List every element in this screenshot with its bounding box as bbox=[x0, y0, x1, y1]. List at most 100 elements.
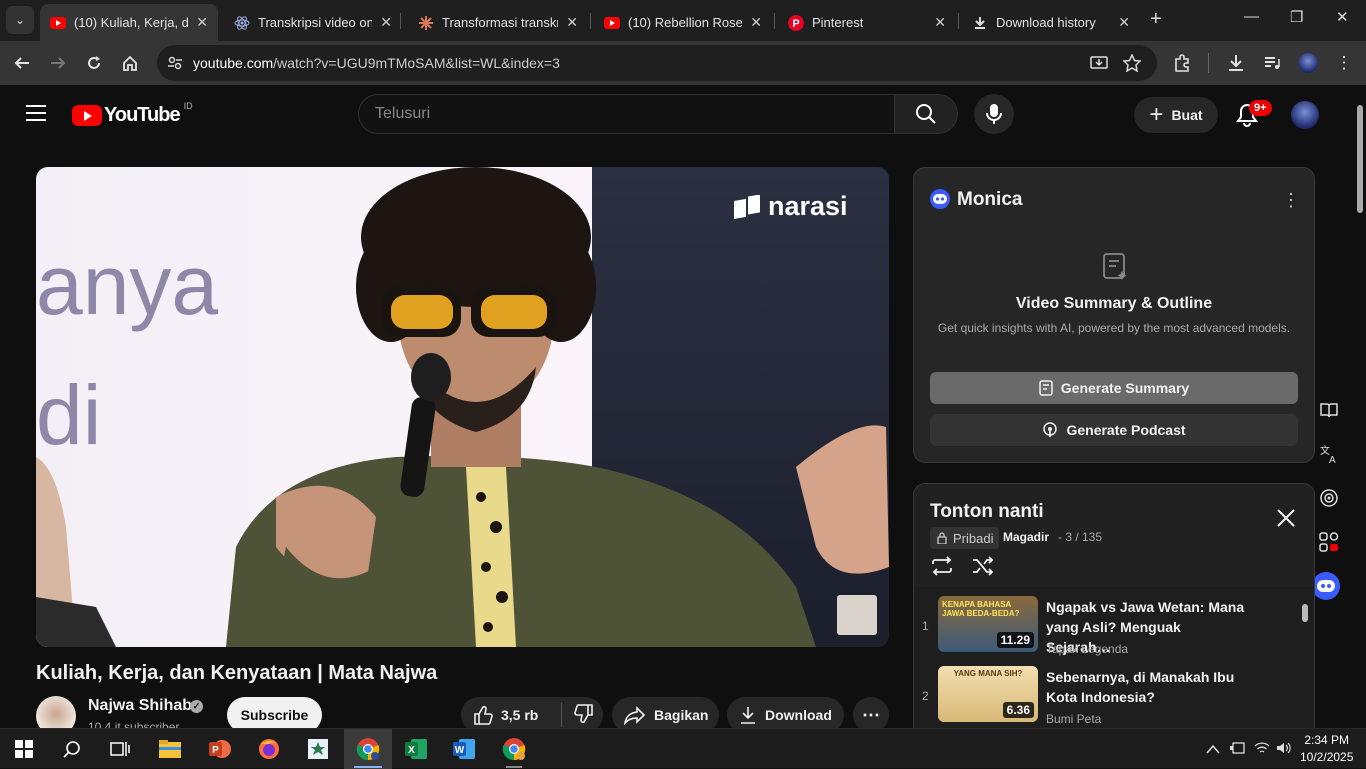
page-scrollbar[interactable] bbox=[1354, 85, 1366, 728]
playlist-video-title: Sebenarnya, di Manakah Ibu Kota Indonesi… bbox=[1046, 669, 1235, 705]
wifi-icon[interactable] bbox=[1254, 741, 1270, 757]
playlist-title[interactable]: Tonton nanti bbox=[930, 501, 1044, 523]
create-button[interactable]: + Buat bbox=[1134, 97, 1218, 133]
monica-heading: Video Summary & Outline bbox=[1015, 295, 1213, 312]
close-tab-icon[interactable]: ✕ bbox=[934, 14, 946, 31]
media-control-icon[interactable] bbox=[1260, 51, 1284, 75]
tab-search-button[interactable]: ⌄ bbox=[6, 6, 34, 34]
bookmark-star-icon[interactable] bbox=[1122, 53, 1142, 77]
minimize-icon[interactable]: — bbox=[1244, 8, 1259, 25]
playlist-item[interactable]: 2 YANG MANA SIH? 6.36 Sebenarnya, di Man… bbox=[914, 659, 1314, 729]
playlist-video-channel: Bumi Peta bbox=[1046, 712, 1102, 726]
sticky-app-icon[interactable] bbox=[306, 737, 330, 761]
search-box bbox=[358, 94, 895, 134]
monica-more-icon[interactable]: ⋮ bbox=[1282, 190, 1300, 211]
windows-taskbar: P X W 2:34 PM 10/2/2025 bbox=[0, 728, 1366, 769]
close-tab-icon[interactable]: ✕ bbox=[566, 14, 578, 31]
search-input[interactable] bbox=[359, 95, 894, 133]
home-icon[interactable] bbox=[118, 51, 142, 75]
apps-grid-icon[interactable] bbox=[1317, 530, 1341, 554]
install-app-icon[interactable] bbox=[1090, 54, 1108, 77]
browser-menu-icon[interactable]: ⋮ bbox=[1332, 51, 1356, 75]
end-screen-channel-thumbnail[interactable] bbox=[837, 595, 877, 635]
playlist-position: - 3 / 135 bbox=[1058, 530, 1103, 544]
restore-icon[interactable]: ❐ bbox=[1290, 8, 1303, 26]
window-close-icon[interactable]: ✕ bbox=[1336, 8, 1349, 26]
taskbar-search-icon[interactable] bbox=[60, 737, 84, 761]
volume-icon[interactable] bbox=[1276, 741, 1292, 757]
broadcast-icon[interactable] bbox=[1317, 486, 1341, 510]
youtube-icon bbox=[50, 15, 66, 31]
tab-title: Transkripsi video online bbox=[258, 15, 373, 30]
video-player[interactable]: anya di narasi bbox=[36, 167, 889, 647]
close-playlist-icon[interactable] bbox=[1276, 508, 1296, 533]
like-button[interactable]: 3,5 rb bbox=[473, 705, 561, 725]
tab-separator bbox=[400, 13, 401, 29]
close-tab-icon[interactable]: ✕ bbox=[380, 14, 392, 31]
book-icon[interactable] bbox=[1317, 398, 1341, 422]
thumbs-up-icon bbox=[474, 705, 493, 725]
shuffle-icon[interactable] bbox=[971, 556, 995, 581]
monica-launcher-icon[interactable] bbox=[1312, 572, 1340, 600]
powerpoint-icon[interactable]: P bbox=[208, 737, 232, 761]
close-tab-icon[interactable]: ✕ bbox=[1118, 14, 1130, 31]
playlist-header: Tonton nanti Pribadi Magadir - 3 / 135 bbox=[914, 484, 1314, 587]
tab-transformasi[interactable]: Transformasi transkrip ✕ bbox=[408, 4, 588, 41]
back-icon[interactable] bbox=[10, 51, 34, 75]
lock-icon bbox=[937, 532, 947, 544]
close-tab-icon[interactable]: ✕ bbox=[196, 14, 208, 31]
tab-separator bbox=[774, 13, 775, 29]
windows-start-icon[interactable] bbox=[12, 737, 36, 761]
address-bar[interactable]: youtube.com/watch?v=UGU9mTMoSAM&list=WL&… bbox=[157, 45, 1157, 81]
playlist-scrollbar[interactable] bbox=[1302, 604, 1308, 622]
youtube-logo[interactable]: YouTube ID bbox=[72, 101, 193, 127]
downloads-icon[interactable] bbox=[1224, 51, 1248, 75]
monica-title: Monica bbox=[957, 189, 1023, 210]
forward-icon[interactable] bbox=[46, 51, 70, 75]
search-button[interactable] bbox=[894, 94, 958, 134]
tab-separator bbox=[958, 13, 959, 29]
tab-pinterest[interactable]: P Pinterest ✕ bbox=[778, 4, 956, 41]
channel-name[interactable]: Najwa Shihab bbox=[88, 697, 192, 715]
playlist-item[interactable]: 1 KENAPA BAHASA JAWA BEDA-BEDA? 11.29 Ng… bbox=[914, 589, 1314, 659]
generate-podcast-button[interactable]: Generate Podcast bbox=[930, 414, 1298, 446]
file-explorer-icon[interactable] bbox=[158, 737, 182, 761]
battery-icon[interactable] bbox=[1229, 741, 1245, 757]
youtube-header: YouTube ID + Buat 9+ bbox=[0, 85, 1352, 145]
monica-logo-icon bbox=[930, 189, 950, 209]
svg-text:W: W bbox=[455, 745, 465, 756]
reload-icon[interactable] bbox=[82, 51, 106, 75]
tab-youtube-active[interactable]: (10) Kuliah, Kerja, dan Kenyataan ✕ bbox=[40, 4, 218, 41]
extensions-icon[interactable] bbox=[1170, 51, 1194, 75]
taskbar-clock[interactable]: 2:34 PM 10/2/2025 bbox=[1300, 732, 1353, 766]
task-view-icon[interactable] bbox=[108, 737, 132, 761]
tab-transkripsi[interactable]: Transkripsi video online ✕ bbox=[224, 4, 402, 41]
chrome-profile-icon[interactable] bbox=[502, 737, 526, 761]
chrome-icon[interactable] bbox=[356, 737, 380, 761]
tab-rebellion-rose[interactable]: (10) Rebellion Rose - ✕ bbox=[594, 4, 772, 41]
voice-search-button[interactable] bbox=[974, 94, 1014, 134]
tab-title: Pinterest bbox=[812, 15, 864, 30]
hamburger-menu-icon[interactable] bbox=[26, 105, 46, 121]
close-tab-icon[interactable]: ✕ bbox=[750, 14, 762, 31]
playlist-owner[interactable]: Magadir bbox=[1003, 530, 1049, 544]
dislike-button[interactable] bbox=[574, 703, 602, 727]
translate-icon[interactable]: 文A bbox=[1317, 442, 1341, 466]
generate-summary-button[interactable]: Generate Summary bbox=[930, 372, 1298, 404]
word-icon[interactable]: W bbox=[452, 737, 476, 761]
tab-download-history[interactable]: Download history ✕ bbox=[962, 4, 1140, 41]
monica-panel: Monica ⋮ Video Summary & Outline Get qui… bbox=[913, 167, 1315, 463]
firefox-icon[interactable] bbox=[257, 737, 281, 761]
tray-chevron-icon[interactable] bbox=[1206, 741, 1220, 757]
summary-icon bbox=[1039, 380, 1053, 396]
notification-badge: 9+ bbox=[1249, 100, 1272, 116]
profile-avatar-icon[interactable] bbox=[1296, 51, 1320, 75]
account-avatar[interactable] bbox=[1291, 101, 1319, 129]
video-thumbnail: KENAPA BAHASA JAWA BEDA-BEDA? 11.29 bbox=[938, 596, 1038, 652]
loop-icon[interactable] bbox=[930, 556, 954, 581]
new-tab-icon[interactable]: + bbox=[1150, 8, 1162, 31]
youtube-play-icon bbox=[72, 105, 102, 126]
svg-text:P: P bbox=[212, 745, 219, 756]
excel-icon[interactable]: X bbox=[404, 737, 428, 761]
site-info-icon[interactable] bbox=[167, 55, 183, 76]
